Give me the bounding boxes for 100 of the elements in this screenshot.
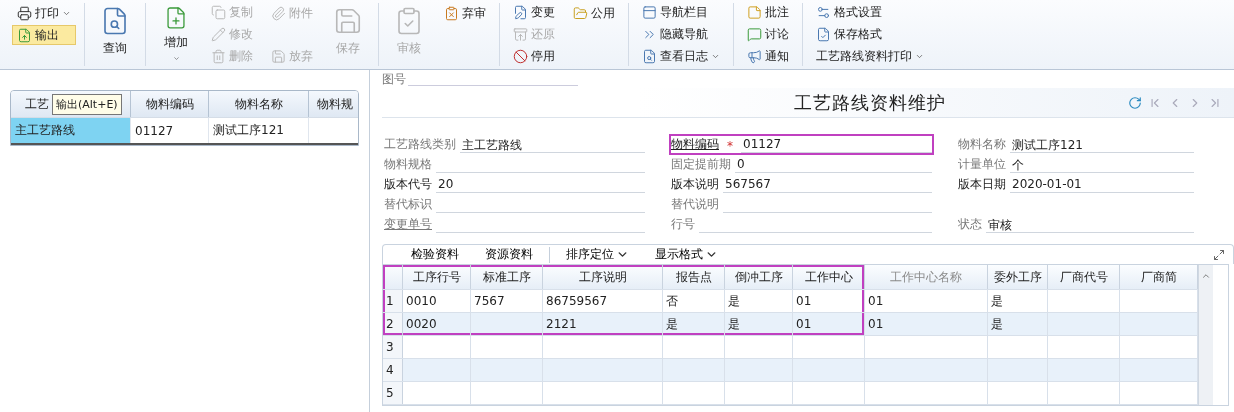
toolbar-button[interactable]: 查看日志: [637, 46, 725, 66]
settings-icon: [816, 5, 831, 21]
tab-button[interactable]: 检验资料: [401, 246, 469, 263]
toolbar-button[interactable]: 隐藏导航: [637, 24, 725, 45]
column-header[interactable]: 厂商简: [1120, 265, 1198, 289]
column-header[interactable]: 倒冲工序: [725, 265, 793, 289]
toolbar-button[interactable]: 批注: [742, 3, 794, 23]
toolbar-button[interactable]: 停用: [508, 46, 560, 66]
clipboard-x-icon: [444, 5, 459, 21]
table-cell: 是: [988, 313, 1048, 335]
input-field[interactable]: 审核: [986, 217, 1194, 233]
input-field[interactable]: 主工艺路线: [460, 137, 645, 153]
toolbar-button[interactable]: 增加: [154, 3, 198, 65]
sticky-note-icon: [747, 5, 762, 21]
row-number: 2: [383, 313, 403, 335]
document-check-icon: [816, 27, 831, 42]
table-cell: 是: [725, 313, 793, 335]
toolbar-button[interactable]: 查询: [93, 3, 137, 65]
scroll-up-icon[interactable]: [1201, 271, 1211, 281]
table-cell: 0020: [403, 313, 471, 335]
row-number: 4: [383, 359, 403, 381]
field-label: 替代说明: [671, 196, 719, 213]
floppy-icon: [333, 6, 363, 36]
field-label: 状态: [958, 216, 982, 233]
field-label: 替代标识: [384, 196, 432, 213]
chat-icon: [747, 27, 762, 42]
toolbar-button[interactable]: 打印: [12, 3, 76, 23]
document-search-icon: [642, 48, 657, 64]
input-field[interactable]: 2020-01-01: [1010, 177, 1194, 193]
field-label: 图号: [382, 70, 406, 88]
megaphone-icon: [747, 48, 762, 64]
column-header[interactable]: 工序说明: [543, 265, 663, 289]
column-header[interactable]: 委外工序: [988, 265, 1048, 289]
toolbar-button[interactable]: 输出: [12, 25, 76, 45]
field-link[interactable]: 物料编码: [671, 136, 719, 153]
tooltip: 输出(Alt+E): [52, 94, 122, 115]
table-cell: 7567: [471, 290, 543, 312]
maximize-icon[interactable]: [1213, 248, 1225, 261]
printer-icon: [17, 5, 32, 21]
toolbar-button[interactable]: 公用: [568, 3, 620, 23]
input-field[interactable]: 01127: [741, 137, 932, 153]
table-cell: 01: [793, 290, 865, 312]
table-cell: 是: [988, 290, 1048, 312]
table-cell: 01: [865, 290, 988, 312]
refresh-icon[interactable]: [1128, 95, 1142, 110]
toolbar-button[interactable]: 导航栏目: [637, 3, 725, 23]
column-header[interactable]: 物料规: [309, 91, 358, 117]
folder-icon: [573, 5, 588, 21]
table-cell: 2121: [543, 313, 663, 335]
row-number: 1: [383, 290, 403, 312]
field-label: 行号: [671, 216, 695, 233]
toolbar-button[interactable]: 通知: [742, 46, 794, 66]
column-header[interactable]: 厂商代号: [1048, 265, 1120, 289]
field-label: 版本日期: [958, 176, 1006, 193]
toolbar-button[interactable]: 变更: [508, 3, 560, 23]
table-cell: 是: [663, 313, 725, 335]
column-header[interactable]: 报告点: [663, 265, 725, 289]
copy-icon: [211, 5, 226, 21]
toolbar-button[interactable]: 工艺路线资料打印: [811, 46, 929, 66]
row-number: 5: [383, 382, 403, 404]
paperclip-icon: [271, 5, 286, 21]
column-header[interactable]: 物料名称: [209, 91, 309, 117]
document-arrow-icon: [17, 27, 32, 43]
archive-icon: [513, 27, 528, 42]
input-field[interactable]: 567567: [723, 177, 932, 193]
floppy-icon: [271, 48, 286, 64]
field-label: 物料规格: [384, 156, 432, 173]
toolbar-button[interactable]: 讨论: [742, 24, 794, 45]
trash-icon: [211, 48, 226, 64]
table-cell: 01: [793, 313, 865, 335]
table-cell: 01: [865, 313, 988, 335]
column-header[interactable]: 工序行号: [403, 265, 471, 289]
tab-button[interactable]: 排序定位: [556, 246, 639, 263]
input-field[interactable]: 测试工序121: [1010, 137, 1194, 153]
input-field[interactable]: 20: [436, 177, 645, 193]
table-cell: 86759567: [543, 290, 663, 312]
tab-button[interactable]: 显示格式: [645, 246, 728, 263]
pencil-icon: [211, 27, 226, 42]
tab-button[interactable]: 资源资料: [475, 246, 543, 263]
toolbar-button[interactable]: 弃审: [439, 3, 491, 23]
field-link[interactable]: 变更单号: [384, 216, 432, 233]
input-field[interactable]: 0: [735, 157, 932, 173]
table-cell: 是: [725, 290, 793, 312]
toolbar-button[interactable]: 格式设置: [811, 3, 929, 23]
field-label: 计量单位: [958, 156, 1006, 173]
document-pencil-icon: [513, 5, 528, 21]
table-cell: 否: [663, 290, 725, 312]
ban-icon: [513, 48, 528, 64]
field-label: 物料名称: [958, 136, 1006, 153]
column-header[interactable]: 标准工序: [471, 265, 543, 289]
toolbar-button[interactable]: 保存格式: [811, 24, 929, 45]
scrollbar[interactable]: [1198, 265, 1213, 405]
column-header[interactable]: 物料编码: [131, 91, 209, 117]
column-header[interactable]: 工作中心: [793, 265, 865, 289]
field-label: 固定提前期: [671, 156, 731, 173]
field-label: 版本代号: [384, 176, 432, 193]
input-field[interactable]: 个: [1010, 157, 1194, 173]
field-label: 版本说明: [671, 176, 719, 193]
panel-icon: [642, 5, 657, 21]
form-title: 工艺路线资料维护: [793, 90, 947, 115]
